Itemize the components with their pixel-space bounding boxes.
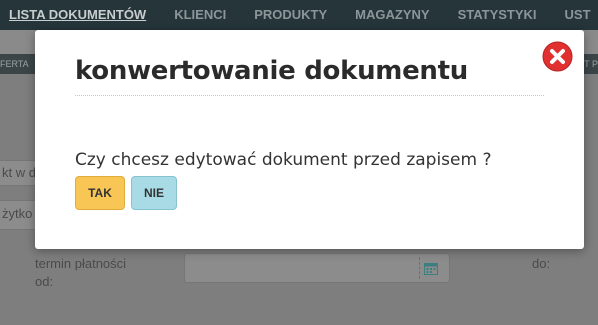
due-date-label-from: od: [35,274,54,289]
close-icon[interactable] [542,41,573,72]
subnav-item-right[interactable]: T P [584,59,598,69]
search-input-fragment: kt w d [2,165,36,180]
title-divider [75,95,544,96]
due-date-label: termin płatności [35,256,127,271]
calendar-icon[interactable] [424,262,438,275]
main-navigation: LISTA DOKUMENTÓW KLIENCI PRODUKTY MAGAZY… [0,0,598,30]
nav-item-products[interactable]: PRODUKTY [240,0,341,30]
due-date-to-label: do: [532,256,551,271]
nav-item-settings[interactable]: UST [551,0,598,30]
subnav-item-offer[interactable]: FERTA [0,59,29,69]
nav-item-clients[interactable]: KLIENCI [160,0,240,30]
yes-button[interactable]: TAK [75,176,125,210]
nav-item-warehouses[interactable]: MAGAZYNY [341,0,443,30]
convert-document-dialog: konwertowanie dokumentu Czy chcesz edyto… [35,30,584,249]
no-button[interactable]: NIE [131,176,177,210]
user-select-fragment: żytko [2,206,33,221]
due-date-from-input[interactable] [184,253,450,283]
date-input-separator [419,257,420,279]
nav-item-statistics[interactable]: STATYSTYKI [444,0,551,30]
dialog-question: Czy chcesz edytować dokument przed zapis… [75,150,492,170]
nav-item-document-list[interactable]: LISTA DOKUMENTÓW [0,0,160,30]
dialog-title: konwertowanie dokumentu [75,56,468,86]
